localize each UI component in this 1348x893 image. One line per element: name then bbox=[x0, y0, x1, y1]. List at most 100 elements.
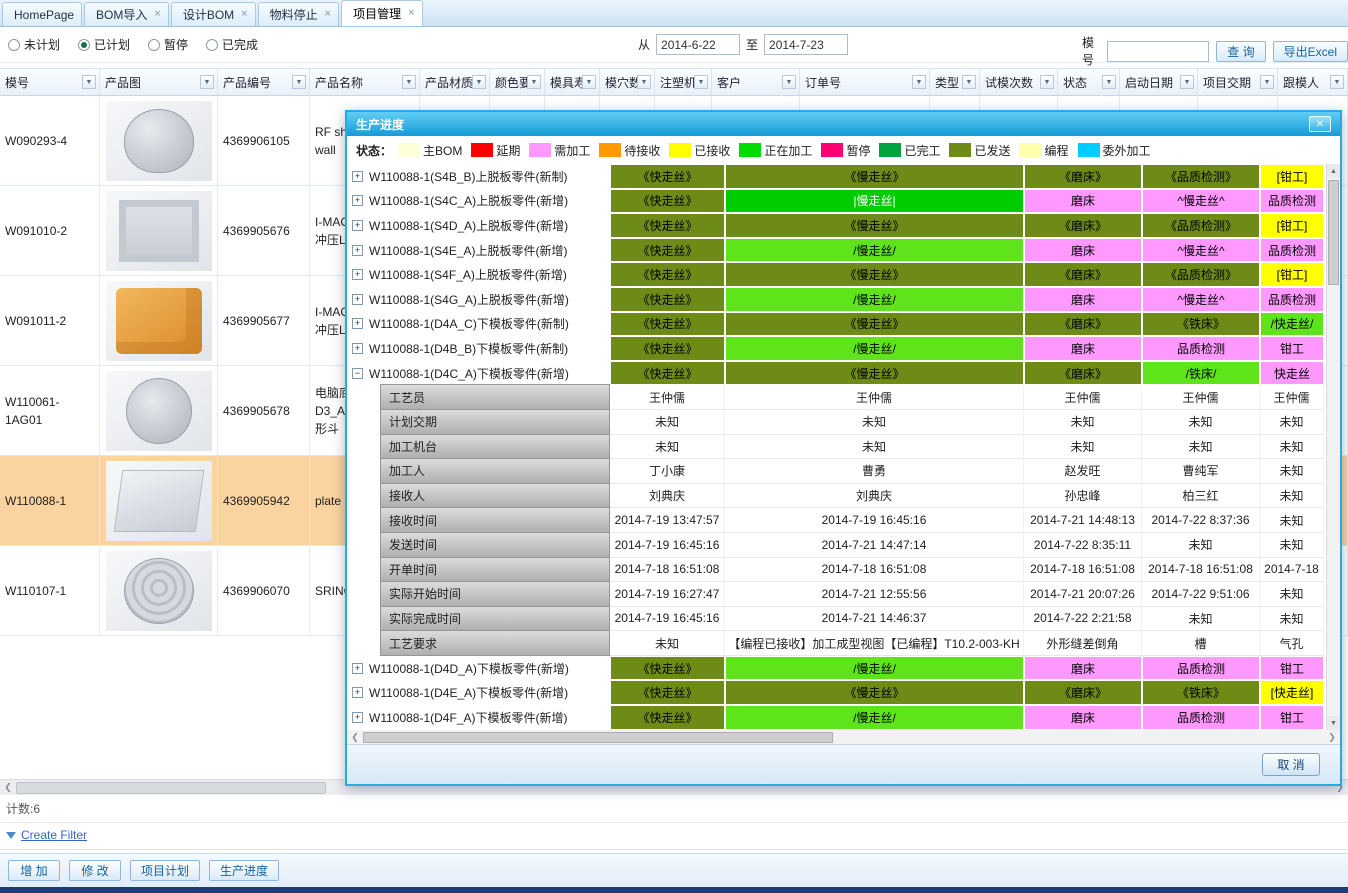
op-cell: ^慢走丝^ bbox=[1142, 287, 1260, 312]
op-status-chip: 《快走丝》 bbox=[611, 657, 724, 680]
dialog-close-button[interactable]: ✕ bbox=[1309, 116, 1331, 132]
op-status-chip: 品质检测 bbox=[1143, 706, 1259, 729]
modify-button[interactable]: 修 改 bbox=[69, 860, 121, 881]
op-status-chip: 品质检测 bbox=[1143, 657, 1259, 680]
vertical-scroll-thumb[interactable] bbox=[1328, 180, 1339, 285]
op-status-chip: /慢走丝/ bbox=[726, 337, 1023, 360]
op-status-chip: [快走丝] bbox=[1261, 681, 1323, 704]
detail-value: 2014-7-22 8:37:36 bbox=[1142, 508, 1260, 533]
scroll-right-icon[interactable]: ❯ bbox=[1324, 732, 1340, 743]
progress-row[interactable]: −W110088-1(D4C_A)下模板零件(新增)《快走丝》《慢走丝》《磨床》… bbox=[347, 361, 1324, 386]
progress-row[interactable]: +W110088-1(S4B_B)上脱板零件(新制)《快走丝》《慢走丝》《磨床》… bbox=[347, 164, 1324, 189]
expand-icon[interactable]: + bbox=[352, 687, 363, 698]
legend-item: 编程 bbox=[1019, 142, 1068, 159]
progress-row[interactable]: +W110088-1(D4A_C)下模板零件(新制)《快走丝》《慢走丝》《磨床》… bbox=[347, 312, 1324, 337]
expand-icon[interactable]: + bbox=[352, 171, 363, 182]
op-status-chip: ^慢走丝^ bbox=[1143, 190, 1259, 213]
cancel-button[interactable]: 取 消 bbox=[1262, 753, 1320, 776]
progress-row[interactable]: +W110088-1(D4E_A)下模板零件(新增)《快走丝》《慢走丝》《磨床》… bbox=[347, 680, 1324, 705]
detail-value: 刘典庆 bbox=[725, 484, 1024, 509]
progress-row[interactable]: +W110088-1(S4G_A)上脱板零件(新增)《快走丝》/慢走丝/磨床^慢… bbox=[347, 287, 1324, 312]
expand-icon[interactable]: + bbox=[352, 245, 363, 256]
detail-value: 王仲儒 bbox=[1260, 385, 1324, 410]
product-no-cell: 4369906070 bbox=[218, 546, 310, 635]
detail-value: 王仲儒 bbox=[725, 385, 1024, 410]
op-cell: 钳工 bbox=[1260, 656, 1324, 681]
part-name: W110088-1(S4B_B)上脱板零件(新制) bbox=[369, 168, 568, 185]
scroll-left-icon[interactable]: ❮ bbox=[347, 732, 363, 743]
part-name: W110088-1(D4E_A)下模板零件(新增) bbox=[369, 684, 568, 701]
detail-value: 2014-7-22 9:51:06 bbox=[1142, 582, 1260, 607]
detail-label: 开单时间 bbox=[380, 557, 610, 583]
progress-row[interactable]: +W110088-1(S4C_A)上脱板零件(新增)《快走丝》|慢走丝|磨床^慢… bbox=[347, 189, 1324, 214]
project-plan-button[interactable]: 项目计划 bbox=[130, 860, 200, 881]
op-status-chip: 《慢走丝》 bbox=[726, 313, 1023, 336]
progress-row[interactable]: +W110088-1(S4E_A)上脱板零件(新增)《快走丝》/慢走丝/磨床^慢… bbox=[347, 238, 1324, 263]
product-image-cell bbox=[100, 96, 218, 185]
create-filter-link[interactable]: Create Filter bbox=[6, 828, 87, 842]
scroll-down-icon[interactable]: ▼ bbox=[1327, 716, 1340, 730]
progress-row[interactable]: +W110088-1(D4D_A)下模板零件(新增)《快走丝》/慢走丝/磨床品质… bbox=[347, 656, 1324, 681]
part-name: W110088-1(D4C_A)下模板零件(新增) bbox=[369, 365, 569, 382]
expand-icon[interactable]: + bbox=[352, 712, 363, 723]
detail-label: 接收时间 bbox=[380, 507, 610, 533]
op-cell: /慢走丝/ bbox=[725, 238, 1024, 263]
product-image bbox=[106, 551, 212, 631]
horizontal-scroll-thumb[interactable] bbox=[363, 732, 833, 743]
expand-icon[interactable]: + bbox=[352, 220, 363, 231]
add-button[interactable]: 增 加 bbox=[8, 860, 60, 881]
expand-icon[interactable]: + bbox=[352, 294, 363, 305]
op-status-chip: 《品质检测》 bbox=[1143, 214, 1259, 237]
detail-value: 未知 bbox=[1260, 435, 1324, 460]
expand-icon[interactable]: + bbox=[352, 195, 363, 206]
progress-row[interactable]: +W110088-1(D4B_B)下模板零件(新制)《快走丝》/慢走丝/磨床品质… bbox=[347, 336, 1324, 361]
dialog-horizontal-scrollbar[interactable]: ❮ ❯ bbox=[347, 730, 1340, 744]
detail-value: 槽 bbox=[1142, 631, 1260, 656]
production-progress-button[interactable]: 生产进度 bbox=[209, 860, 279, 881]
detail-row: 工艺员王仲儒王仲儒王仲儒王仲儒王仲儒 bbox=[347, 385, 1324, 410]
scroll-up-icon[interactable]: ▲ bbox=[1327, 164, 1340, 178]
op-cell: 磨床 bbox=[1024, 287, 1142, 312]
op-status-chip: 磨床 bbox=[1025, 657, 1141, 680]
op-status-chip: 《快走丝》 bbox=[611, 239, 724, 262]
op-status-chip: 品质检测 bbox=[1261, 190, 1323, 213]
progress-row[interactable]: +W110088-1(S4F_A)上脱板零件(新增)《快走丝》《慢走丝》《磨床》… bbox=[347, 262, 1324, 287]
op-cell: /铁床/ bbox=[1142, 361, 1260, 386]
detail-label: 实际完成时间 bbox=[380, 606, 610, 632]
op-status-chip: ^慢走丝^ bbox=[1143, 239, 1259, 262]
op-cell: 《快走丝》 bbox=[610, 262, 725, 287]
detail-value: 2014-7-22 8:35:11 bbox=[1024, 533, 1142, 558]
expand-icon[interactable]: + bbox=[352, 269, 363, 280]
collapse-icon[interactable]: − bbox=[352, 368, 363, 379]
dialog-titlebar[interactable]: 生产进度 ✕ bbox=[347, 112, 1340, 136]
create-filter-label: Create Filter bbox=[21, 828, 87, 842]
detail-value: 王仲儒 bbox=[1024, 385, 1142, 410]
op-status-chip: 磨床 bbox=[1025, 288, 1141, 311]
detail-value: 2014-7-18 bbox=[1260, 558, 1324, 583]
op-status-chip: 《慢走丝》 bbox=[726, 362, 1023, 385]
op-cell: 品质检测 bbox=[1142, 705, 1260, 730]
detail-value: 外形缝差倒角 bbox=[1024, 631, 1142, 656]
detail-row: 接收人刘典庆刘典庆孙忠峰柏三红未知 bbox=[347, 484, 1324, 509]
expand-icon[interactable]: + bbox=[352, 343, 363, 354]
op-status-chip: 《快走丝》 bbox=[611, 706, 724, 729]
detail-label: 工艺员 bbox=[380, 384, 610, 410]
op-status-chip: /慢走丝/ bbox=[726, 706, 1023, 729]
progress-row[interactable]: +W110088-1(S4D_A)上脱板零件(新增)《快走丝》《慢走丝》《磨床》… bbox=[347, 213, 1324, 238]
detail-value: 气孔 bbox=[1260, 631, 1324, 656]
expand-icon[interactable]: + bbox=[352, 318, 363, 329]
legend-swatch bbox=[529, 143, 551, 157]
detail-value: 柏三红 bbox=[1142, 484, 1260, 509]
detail-value: 2014-7-21 14:46:37 bbox=[725, 607, 1024, 632]
op-cell: 钳工 bbox=[1260, 336, 1324, 361]
op-status-chip: 《快走丝》 bbox=[611, 288, 724, 311]
op-cell: 钳工 bbox=[1260, 705, 1324, 730]
dialog-vertical-scrollbar[interactable]: ▲ ▼ bbox=[1326, 164, 1340, 730]
op-cell: 《品质检测》 bbox=[1142, 164, 1260, 189]
scroll-left-icon[interactable]: ❮ bbox=[0, 782, 16, 793]
product-shape bbox=[124, 558, 194, 624]
main-scroll-thumb[interactable] bbox=[16, 782, 326, 794]
legend-swatch bbox=[949, 143, 971, 157]
expand-icon[interactable]: + bbox=[352, 663, 363, 674]
progress-row[interactable]: +W110088-1(D4F_A)下模板零件(新增)《快走丝》/慢走丝/磨床品质… bbox=[347, 705, 1324, 730]
